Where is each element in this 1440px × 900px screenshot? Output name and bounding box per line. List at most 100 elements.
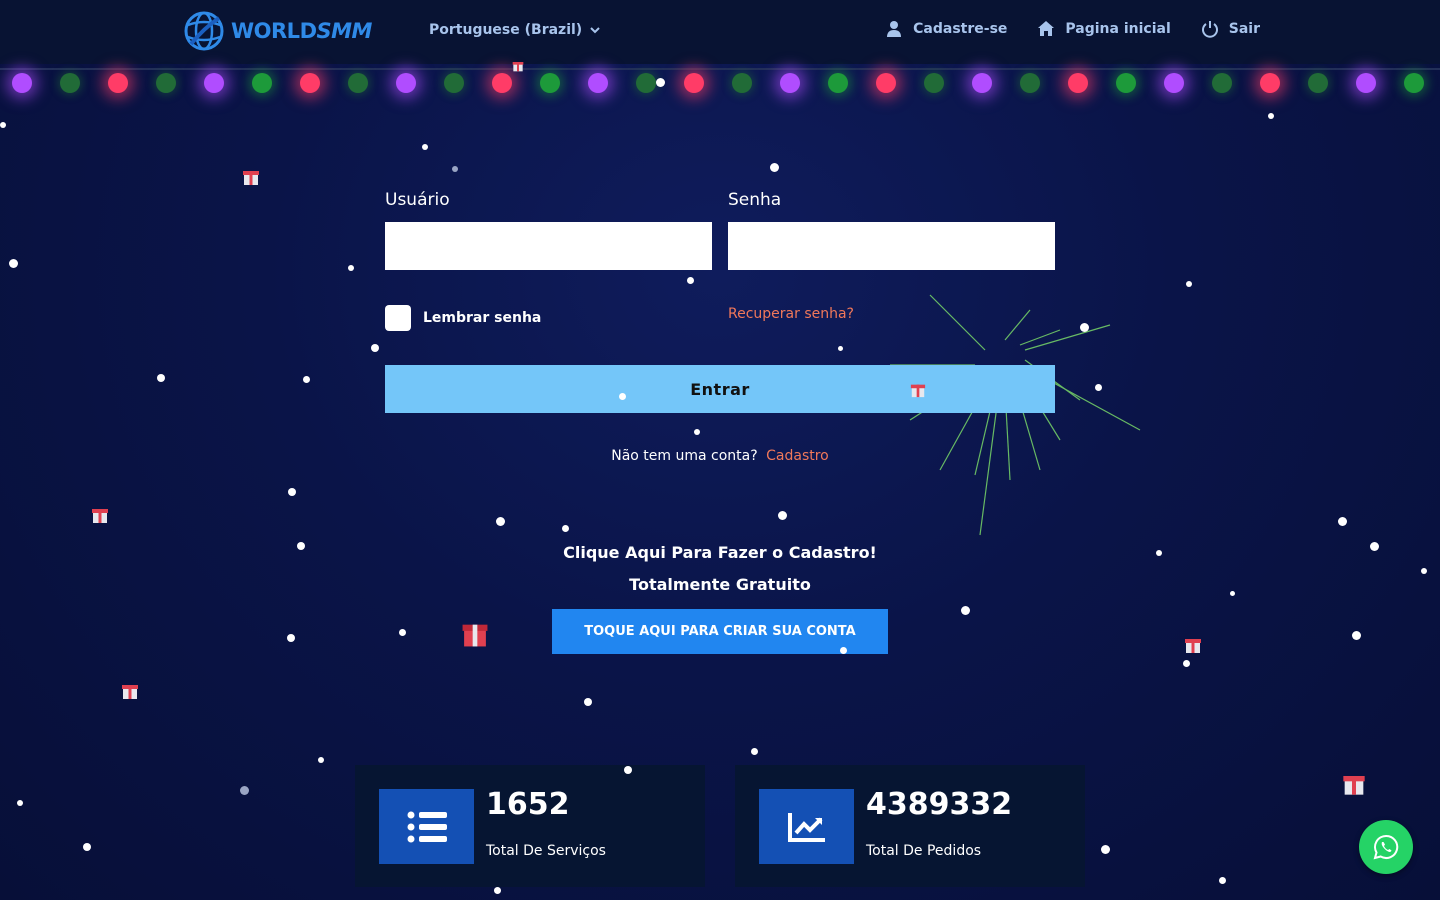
snowflake <box>371 344 379 352</box>
snowflake <box>619 393 626 400</box>
snowflake <box>1219 877 1226 884</box>
light-bulb <box>924 73 944 93</box>
light-bulb <box>684 73 704 93</box>
snowflake <box>1101 845 1110 854</box>
gift-icon <box>512 62 524 72</box>
password-input[interactable] <box>728 222 1055 270</box>
brand-name: WORLDSMM <box>231 19 372 43</box>
gift-icon <box>910 384 926 398</box>
signup-promo: Clique Aqui Para Fazer o Cadastro! Total… <box>0 543 1440 607</box>
snowflake <box>687 277 694 284</box>
whatsapp-button[interactable] <box>1359 820 1413 874</box>
snowflake <box>1080 323 1089 332</box>
snowflake <box>1370 542 1379 551</box>
language-label: Portuguese (Brazil) <box>429 22 583 38</box>
nav-home-label: Pagina inicial <box>1065 21 1171 37</box>
snowflake <box>584 698 592 706</box>
snowflake <box>496 517 505 526</box>
snowflake <box>303 376 310 383</box>
login-button[interactable]: Entrar <box>385 365 1055 413</box>
light-bulb <box>636 73 656 93</box>
gift-icon <box>243 171 259 185</box>
snowflake <box>1230 591 1235 596</box>
light-bulb <box>156 73 176 93</box>
navbar: WORLDSMM Portuguese (Brazil) Cadastre-se… <box>0 0 1440 64</box>
snowflake <box>1352 631 1361 640</box>
snowflake <box>1421 568 1427 574</box>
snowflake <box>17 800 23 806</box>
remember-checkbox[interactable] <box>385 305 411 331</box>
stat-orders-label: Total De Pedidos <box>866 843 982 859</box>
brand-logo[interactable]: WORLDSMM <box>183 10 372 52</box>
light-bulb <box>444 73 464 93</box>
christmas-lights <box>0 64 1440 104</box>
whatsapp-icon <box>1373 834 1399 860</box>
language-selector[interactable]: Portuguese (Brazil) <box>429 22 600 38</box>
snowflake <box>1338 517 1347 526</box>
nav-logout-label: Sair <box>1228 21 1260 37</box>
gift-icon <box>1185 639 1201 653</box>
light-bulb <box>1164 73 1184 93</box>
light-bulb <box>1356 73 1376 93</box>
snowflake <box>494 887 501 894</box>
snowflake <box>656 78 665 87</box>
list-icon <box>379 789 474 864</box>
snowflake <box>778 511 787 520</box>
snowflake <box>770 163 779 172</box>
stat-orders-value: 4389332 <box>866 787 1013 822</box>
remember-label: Lembrar senha <box>423 310 542 326</box>
gift-icon <box>122 685 138 699</box>
user-icon <box>887 21 902 37</box>
light-bulb <box>1260 73 1280 93</box>
lights-wire <box>0 68 1440 70</box>
nav-logout-link[interactable]: Sair <box>1201 20 1260 38</box>
snowflake <box>840 647 847 654</box>
snowflake <box>694 429 700 435</box>
light-bulb <box>1308 73 1328 93</box>
promo-line-1: Clique Aqui Para Fazer o Cadastro! <box>563 543 877 562</box>
snowflake <box>348 265 354 271</box>
password-label: Senha <box>728 190 782 210</box>
nav-signup-link[interactable]: Cadastre-se <box>885 20 1007 38</box>
home-icon <box>1038 21 1055 36</box>
light-bulb <box>540 73 560 93</box>
snowflake <box>1156 550 1162 556</box>
recover-password-link[interactable]: Recuperar senha? <box>728 306 854 322</box>
stat-card-services: 1652 Total De Serviços <box>355 765 705 887</box>
light-bulb <box>1116 73 1136 93</box>
light-bulb <box>828 73 848 93</box>
create-account-button[interactable]: TOQUE AQUI PARA CRIAR SUA CONTA <box>552 609 888 654</box>
snowflake <box>318 757 324 763</box>
light-bulb <box>1020 73 1040 93</box>
light-bulb <box>780 73 800 93</box>
stat-services-value: 1652 <box>486 787 570 822</box>
signup-link[interactable]: Cadastro <box>766 448 829 464</box>
snowflake <box>83 843 91 851</box>
light-bulb <box>300 73 320 93</box>
light-bulb <box>492 73 512 93</box>
light-bulb <box>1068 73 1088 93</box>
globe-icon <box>184 11 224 51</box>
light-bulb <box>972 73 992 93</box>
stat-card-orders: 4389332 Total De Pedidos <box>735 765 1085 887</box>
snowflake <box>9 259 18 268</box>
snowflake <box>422 144 428 150</box>
gift-icon <box>92 509 108 523</box>
chart-line-icon <box>759 789 854 864</box>
power-icon <box>1201 21 1218 38</box>
snowflake <box>452 166 458 172</box>
nav-home-link[interactable]: Pagina inicial <box>1037 20 1171 38</box>
snowflake <box>399 629 406 636</box>
username-input[interactable] <box>385 222 712 270</box>
snowflake <box>287 634 295 642</box>
remember-password[interactable]: Lembrar senha <box>385 305 541 331</box>
light-bulb <box>348 73 368 93</box>
light-bulb <box>732 73 752 93</box>
light-bulb <box>396 73 416 93</box>
light-bulb <box>876 73 896 93</box>
chevron-down-icon <box>590 27 600 34</box>
nav-signup-label: Cadastre-se <box>913 21 1008 37</box>
snowflake <box>1186 281 1192 287</box>
snowflake <box>562 525 569 532</box>
snowflake <box>240 786 249 795</box>
